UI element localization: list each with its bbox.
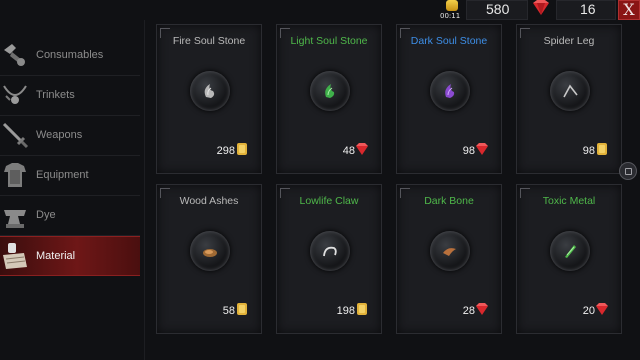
gold-coin-icon [357, 303, 367, 315]
sidebar-item-label: Consumables [36, 49, 104, 61]
necklace-icon [3, 85, 27, 104]
gem-icon [533, 0, 549, 15]
sidebar-item-label: Trinkets [36, 89, 75, 101]
anvil-icon [4, 210, 26, 228]
gold-balance: 580 [486, 1, 510, 17]
item-name: Light Soul Stone [290, 35, 368, 47]
lowlife-claw-icon [323, 246, 337, 257]
gem-balance: 16 [580, 1, 596, 17]
category-sidebar: Consumables Trinkets Weapons Equipment D… [0, 36, 140, 276]
item-orb [550, 231, 590, 271]
item-orb [310, 71, 350, 111]
sidebar-item-weapons[interactable]: Weapons [0, 116, 140, 156]
item-price: 58 [222, 305, 235, 317]
item-price: 298 [216, 145, 235, 157]
gem-icon [476, 143, 488, 155]
dark-soul-stone-icon [445, 84, 455, 98]
armor-icon [4, 163, 26, 187]
item-name: Dark Bone [424, 195, 474, 207]
item-card-wood-ashes[interactable]: Wood Ashes 58 [156, 184, 262, 334]
spider-leg-icon [563, 84, 578, 98]
sidebar-item-label: Dye [36, 209, 56, 221]
sidebar-item-material[interactable]: Material [0, 236, 140, 276]
item-orb [430, 71, 470, 111]
sidebar-item-label: Equipment [36, 169, 89, 181]
item-card-light-soul-stone[interactable]: Light Soul Stone 48 [276, 24, 382, 174]
dark-bone-icon [443, 248, 456, 256]
gold-coin-icon [597, 143, 607, 155]
item-card-lowlife-claw[interactable]: Lowlife Claw 198 [276, 184, 382, 334]
sidebar-divider [144, 20, 145, 360]
fire-soul-stone-icon [204, 84, 215, 98]
bonus-timer[interactable]: 00:11 [440, 0, 466, 22]
gold-coin-icon [237, 143, 247, 155]
sidebar-item-equipment[interactable]: Equipment [0, 156, 140, 196]
item-name: Spider Leg [543, 35, 595, 47]
item-card-dark-bone[interactable]: Dark Bone 28 [396, 184, 502, 334]
item-card-toxic-metal[interactable]: Toxic Metal 20 [516, 184, 622, 334]
item-price: 48 [342, 145, 355, 157]
item-card-dark-soul-stone[interactable]: Dark Soul Stone 98 [396, 24, 502, 174]
item-name: Lowlife Claw [299, 195, 359, 207]
light-soul-stone-icon [325, 84, 335, 98]
sidebar-item-label: Weapons [36, 129, 83, 141]
item-orb [190, 231, 230, 271]
panel-icon [625, 168, 632, 175]
top-bar: 00:11 580 16 X [0, 0, 640, 22]
item-price: 98 [582, 145, 595, 157]
item-card-spider-leg[interactable]: Spider Leg 98 [516, 24, 622, 174]
item-orb [190, 71, 230, 111]
item-name: Fire Soul Stone [172, 35, 246, 47]
toxic-metal-icon [565, 245, 576, 258]
coin-icon [446, 0, 458, 11]
sidebar-item-trinkets[interactable]: Trinkets [0, 76, 140, 116]
gem-icon [596, 303, 608, 315]
sword-icon [2, 122, 29, 149]
sidebar-item-consumables[interactable]: Consumables [0, 36, 140, 76]
sidebar-item-dye[interactable]: Dye [0, 196, 140, 236]
wood-ashes-icon [203, 249, 217, 257]
item-name: Dark Soul Stone [410, 35, 488, 47]
item-price: 98 [462, 145, 475, 157]
gold-coin-icon [237, 303, 247, 315]
gem-icon [476, 303, 488, 315]
side-panel-handle[interactable] [619, 162, 637, 180]
item-price: 28 [462, 305, 475, 317]
item-name: Toxic Metal [542, 195, 596, 207]
item-price: 20 [582, 305, 595, 317]
timer-label: 00:11 [440, 12, 461, 20]
item-orb [310, 231, 350, 271]
item-name: Wood Ashes [179, 195, 239, 207]
sidebar-item-label: Material [36, 250, 76, 262]
close-button[interactable]: X [618, 0, 640, 20]
item-orb [550, 71, 590, 111]
item-orb [430, 231, 470, 271]
scroll-icon [3, 243, 27, 269]
item-card-fire-soul-stone[interactable]: Fire Soul Stone 298 [156, 24, 262, 174]
item-price: 198 [336, 305, 355, 317]
gem-icon [356, 143, 368, 155]
potion-icon [4, 44, 25, 66]
